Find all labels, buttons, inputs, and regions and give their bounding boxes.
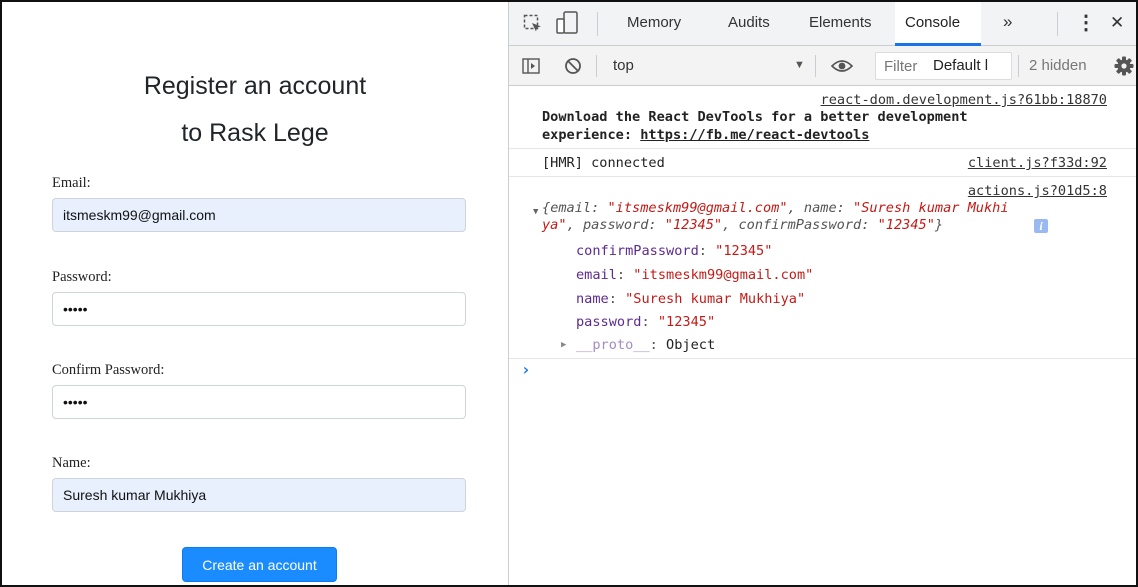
source-link[interactable]: react-dom.development.js?61bb:18870 [821, 92, 1107, 108]
context-selector[interactable]: top [613, 57, 634, 74]
message-text-line-2: experience: https://fb.me/react-devtools [542, 127, 870, 143]
page-title-line-1: Register an account [143, 72, 367, 100]
page-title-line-2: to Rask Lege [181, 119, 329, 147]
object-preview-line-2[interactable]: ya", password: "12345", confirmPassword:… [542, 217, 943, 233]
email-field[interactable] [52, 198, 466, 232]
message-text: Download the React DevTools for a better… [542, 109, 968, 125]
confirm-password-label: Confirm Password: [52, 362, 165, 378]
console-message: react-dom.development.js?61bb:18870 Down… [509, 86, 1136, 149]
console-message: [HMR] connected client.js?f33d:92 [509, 149, 1136, 177]
toolbar-divider [596, 55, 597, 77]
info-icon[interactable]: i [1034, 219, 1048, 233]
hidden-messages-count: 2 hidden [1029, 57, 1087, 74]
tab-memory[interactable]: Memory [627, 14, 681, 31]
tabbar-divider-2 [1057, 12, 1058, 36]
tab-console[interactable]: Console [905, 14, 960, 31]
create-account-button[interactable]: Create an account [182, 547, 337, 582]
source-link[interactable]: actions.js?01d5:8 [968, 183, 1107, 199]
password-label: Password: [52, 269, 112, 285]
eye-icon[interactable] [831, 58, 853, 74]
object-property: email: "itsmeskm99@gmail.com" [576, 267, 814, 283]
close-devtools-icon[interactable]: ✕ [1110, 13, 1124, 33]
tab-elements[interactable]: Elements [809, 14, 872, 31]
toolbar-divider-3 [1018, 55, 1019, 77]
inspect-element-icon[interactable] [523, 14, 543, 34]
devtools-link[interactable]: https://fb.me/react-devtools [640, 127, 869, 143]
screenshot-frame: Register an account to Rask Lege Email: … [0, 0, 1138, 587]
tabbar-divider [597, 12, 598, 36]
name-label: Name: [52, 455, 91, 471]
object-property: confirmPassword: "12345" [576, 243, 773, 259]
object-property: password: "12345" [576, 314, 716, 330]
devtools-tabbar: Memory Audits Elements Console » ⋮ ✕ [509, 2, 1136, 46]
password-field[interactable] [52, 292, 466, 326]
name-field[interactable] [52, 478, 466, 512]
collapse-triangle-icon[interactable]: ▶ [561, 340, 566, 350]
log-levels-dropdown[interactable]: Default l [933, 57, 988, 74]
proto-property[interactable]: __proto__: Object [576, 337, 715, 353]
more-tabs-icon[interactable]: » [1003, 12, 1012, 32]
email-label: Email: [52, 175, 91, 191]
console-toolbar: top ▼ Filter Default l 2 hidden [509, 46, 1136, 86]
clear-console-icon[interactable] [564, 57, 582, 75]
source-link[interactable]: client.js?f33d:92 [968, 155, 1107, 171]
kebab-menu-icon[interactable]: ⋮ [1076, 10, 1096, 35]
expand-triangle-icon[interactable]: ▼ [533, 207, 538, 217]
console-output: react-dom.development.js?61bb:18870 Down… [509, 86, 1136, 585]
console-message: actions.js?01d5:8 ▼ {email: "itsmeskm99@… [509, 177, 1136, 359]
device-toolbar-icon[interactable] [555, 11, 581, 35]
console-input[interactable] [539, 362, 1119, 380]
confirm-password-field[interactable] [52, 385, 466, 419]
message-text: [HMR] connected [542, 155, 665, 171]
gear-icon[interactable] [1114, 56, 1134, 76]
toolbar-divider-2 [815, 55, 816, 77]
console-prompt-icon[interactable]: › [521, 360, 531, 379]
devtools-panel: Memory Audits Elements Console » ⋮ ✕ top [508, 2, 1136, 585]
filter-placeholder: Filter [884, 58, 918, 75]
object-preview-line-1[interactable]: {email: "itsmeskm99@gmail.com", name: "S… [542, 200, 1009, 216]
tab-audits[interactable]: Audits [728, 14, 770, 31]
registration-page: Register an account to Rask Lege Email: … [2, 2, 508, 585]
sidebar-toggle-icon[interactable] [522, 58, 540, 74]
context-dropdown-icon[interactable]: ▼ [794, 59, 805, 71]
object-property: name: "Suresh kumar Mukhiya" [576, 291, 806, 307]
